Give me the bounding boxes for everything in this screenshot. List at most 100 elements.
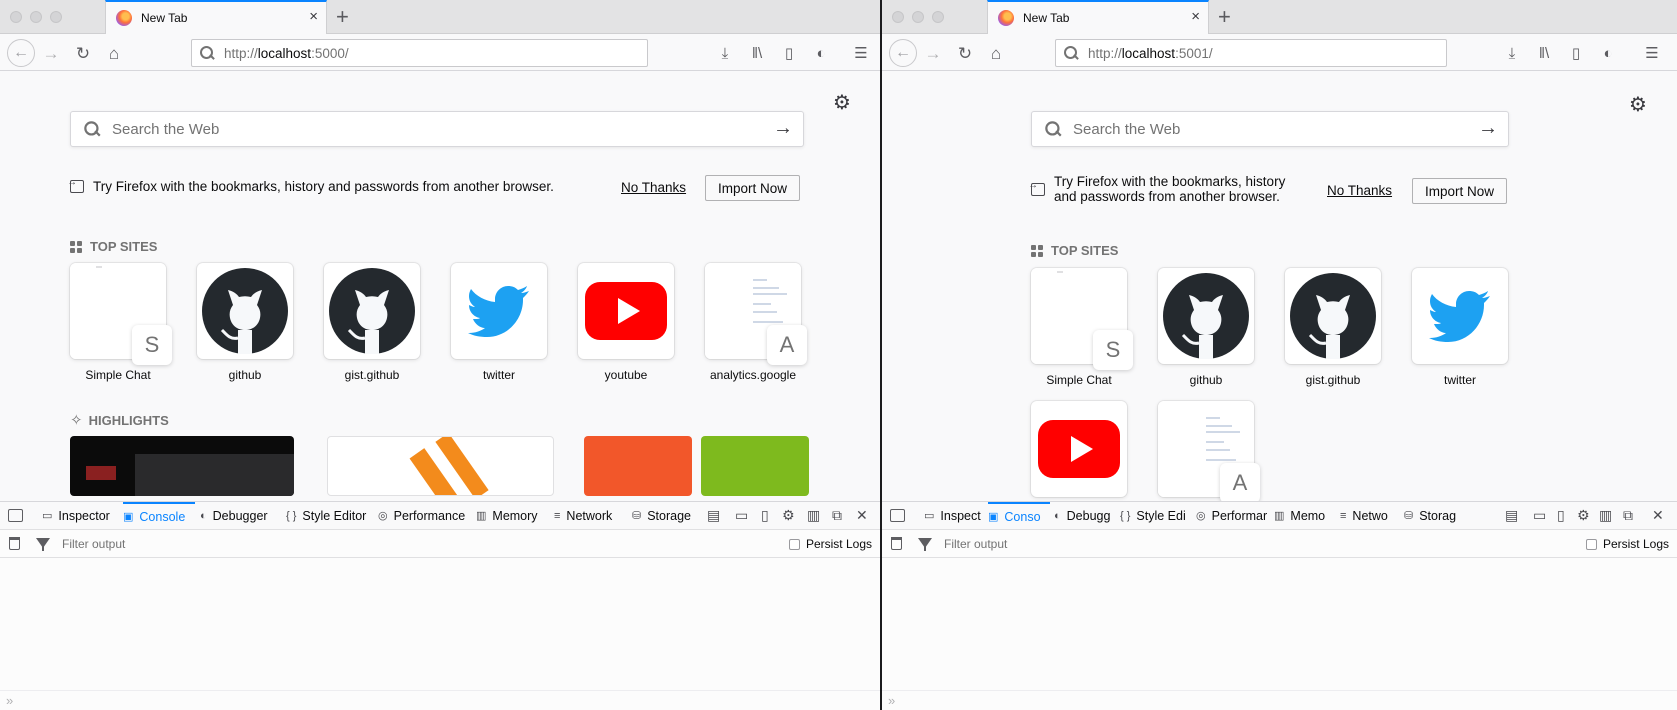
close-window-button[interactable] xyxy=(892,11,904,23)
tab-close-icon[interactable]: × xyxy=(309,9,318,24)
forward-button[interactable]: → xyxy=(38,40,64,66)
top-site-simple-chat[interactable]: S Simple Chat xyxy=(70,263,172,382)
persist-logs-toggle[interactable]: Persist Logs xyxy=(788,537,872,551)
devtools-tab-storage[interactable]: ⛁ Storage xyxy=(632,502,702,529)
tab-new-tab[interactable]: New Tab × xyxy=(105,0,327,34)
close-devtools-button[interactable]: ✕ xyxy=(856,507,868,523)
new-tab-button[interactable]: + xyxy=(1218,4,1231,30)
download-icon[interactable]: ⤓ xyxy=(1499,40,1525,66)
tab-new-tab[interactable]: New Tab × xyxy=(987,0,1209,34)
search-go-icon[interactable]: → xyxy=(1478,117,1498,140)
clear-console-icon[interactable] xyxy=(9,537,20,550)
highlight-card-video[interactable] xyxy=(70,436,294,496)
sidebar-icon[interactable]: ▯ xyxy=(1563,40,1589,66)
top-site-tile[interactable] xyxy=(578,263,674,359)
top-site-tile[interactable]: A xyxy=(1158,401,1260,501)
devtools-tab-debugger[interactable]: ◐ Debugger xyxy=(200,502,272,529)
settings-gear-icon[interactable]: ⚙ xyxy=(1629,92,1647,117)
split-console-button[interactable]: ▭ xyxy=(735,507,748,523)
filter-output-input[interactable]: Filter output xyxy=(62,537,125,551)
devtools-settings-icon[interactable]: ⚙ xyxy=(782,507,795,523)
devtools-settings-icon[interactable]: ⚙ xyxy=(1577,507,1590,523)
top-site-tile[interactable]: S xyxy=(70,263,172,365)
devtools-tab-console[interactable]: ▣ Console xyxy=(123,502,195,529)
devtools-tab-inspector[interactable]: ▭ Inspector xyxy=(42,502,114,529)
highlight-card-article[interactable] xyxy=(327,436,554,496)
top-site-tile[interactable] xyxy=(1031,401,1127,497)
split-console-button[interactable]: ▭ xyxy=(1533,507,1546,523)
responsive-mode-button[interactable]: ▯ xyxy=(761,507,769,523)
devtools-tab-memory[interactable]: ▥ Memo xyxy=(1274,502,1330,529)
tab-close-icon[interactable]: × xyxy=(1191,9,1200,24)
settings-gear-icon[interactable]: ⚙ xyxy=(833,90,851,115)
devtools-tab-debugger[interactable]: ◐ Debugg xyxy=(1054,502,1116,529)
devtools-tab-network[interactable]: ≡ Netwo xyxy=(1340,502,1396,529)
menu-icon[interactable]: ☰ xyxy=(1639,40,1665,66)
dock-side-button[interactable]: ▥ xyxy=(807,507,820,523)
home-button[interactable]: ⌂ xyxy=(101,40,127,66)
top-site-github[interactable]: github xyxy=(197,263,293,382)
highlight-card-orange[interactable] xyxy=(584,436,692,496)
persist-logs-toggle[interactable]: Persist Logs xyxy=(1585,537,1669,551)
devtools-tab-style-editor[interactable]: { } Style Editor xyxy=(286,502,368,529)
devtools-tab-memory[interactable]: ▥ Memory xyxy=(476,502,538,529)
element-picker-button[interactable] xyxy=(8,509,23,522)
top-site-tile[interactable] xyxy=(197,263,293,359)
undock-button[interactable]: ⧉ xyxy=(832,507,842,523)
persist-logs-checkbox[interactable] xyxy=(788,538,800,550)
filter-icon[interactable] xyxy=(918,538,932,551)
close-devtools-button[interactable]: ✕ xyxy=(1652,507,1664,523)
devtools-tab-storage[interactable]: ⛁ Storag xyxy=(1404,502,1462,529)
download-icon[interactable]: ⤓ xyxy=(712,40,738,66)
console-input[interactable]: » xyxy=(882,690,1677,710)
top-site-letter-page[interactable]: A xyxy=(1158,401,1260,501)
persist-logs-checkbox[interactable] xyxy=(1585,538,1597,550)
top-site-tile[interactable] xyxy=(1285,268,1381,364)
url-bar[interactable]: http://localhost:5000/ xyxy=(191,39,648,67)
top-site-tile[interactable] xyxy=(1158,268,1254,364)
top-site-tile[interactable] xyxy=(324,263,420,359)
back-button[interactable]: ← xyxy=(7,39,35,67)
library-icon[interactable]: ‖\ xyxy=(744,40,770,66)
toolbox-layout-button[interactable]: ▤ xyxy=(1505,507,1518,523)
devtools-tab-console[interactable]: ▣ Conso xyxy=(988,502,1050,529)
tracking-shield-icon[interactable]: ◐ xyxy=(1595,40,1621,66)
library-icon[interactable]: ‖\ xyxy=(1531,40,1557,66)
import-now-button[interactable]: Import Now xyxy=(1412,178,1508,204)
forward-button[interactable]: → xyxy=(920,40,946,66)
devtools-tab-performance[interactable]: ◎ Performar xyxy=(1196,502,1268,529)
responsive-mode-button[interactable]: ▯ xyxy=(1557,507,1565,523)
reload-button[interactable]: ↻ xyxy=(70,40,96,66)
dock-side-button[interactable]: ▥ xyxy=(1599,507,1612,523)
devtools-tab-network[interactable]: ≡ Network xyxy=(554,502,624,529)
search-input[interactable]: Search the Web → xyxy=(1031,111,1509,147)
top-site-github[interactable]: github xyxy=(1158,268,1254,387)
zoom-window-button[interactable] xyxy=(50,11,62,23)
import-now-button[interactable]: Import Now xyxy=(705,175,801,201)
menu-icon[interactable]: ☰ xyxy=(848,40,874,66)
new-tab-button[interactable]: + xyxy=(336,4,349,30)
top-site-tile[interactable]: A xyxy=(705,263,807,365)
no-thanks-link[interactable]: No Thanks xyxy=(1327,183,1392,198)
clear-console-icon[interactable] xyxy=(891,537,902,550)
element-picker-button[interactable] xyxy=(890,509,905,522)
search-input[interactable]: Search the Web → xyxy=(70,111,804,147)
devtools-tab-performance[interactable]: ◎ Performance xyxy=(378,502,470,529)
url-bar[interactable]: http://localhost:5001/ xyxy=(1055,39,1447,67)
no-thanks-link[interactable]: No Thanks xyxy=(621,180,686,195)
console-input[interactable]: » xyxy=(0,690,880,710)
zoom-window-button[interactable] xyxy=(932,11,944,23)
search-go-icon[interactable]: → xyxy=(773,117,793,140)
top-site-twitter[interactable]: twitter xyxy=(451,263,547,382)
top-site-tile[interactable]: S xyxy=(1031,268,1133,370)
devtools-tab-inspector[interactable]: ▭ Inspect xyxy=(924,502,986,529)
back-button[interactable]: ← xyxy=(889,39,917,67)
reload-button[interactable]: ↻ xyxy=(952,40,978,66)
top-site-tile[interactable] xyxy=(1412,268,1508,364)
top-site-analytics-google[interactable]: Aanalytics.google xyxy=(705,263,807,382)
highlight-card-green[interactable] xyxy=(701,436,809,496)
devtools-tab-style-editor[interactable]: { } Style Edi xyxy=(1120,502,1192,529)
filter-icon[interactable] xyxy=(36,538,50,551)
minimize-window-button[interactable] xyxy=(30,11,42,23)
home-button[interactable]: ⌂ xyxy=(983,40,1009,66)
